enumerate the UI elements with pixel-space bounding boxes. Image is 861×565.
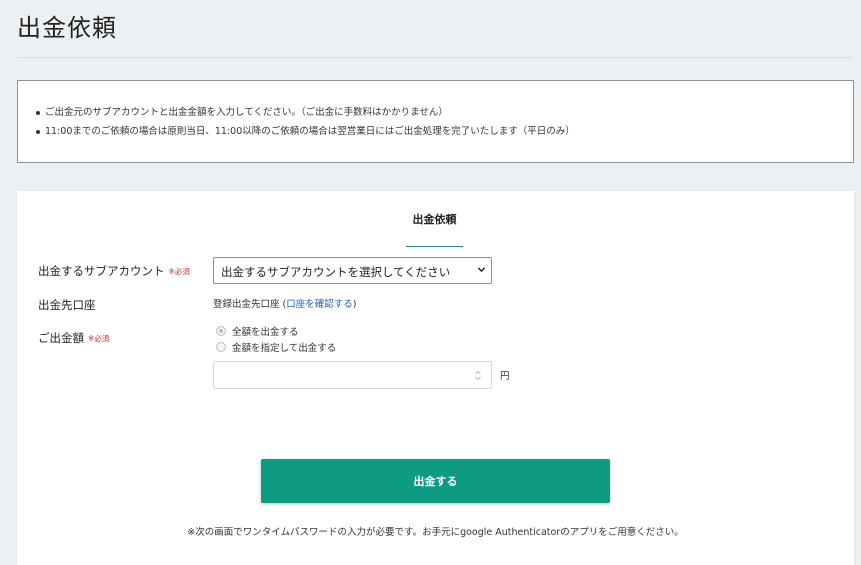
radio-specify-amount-button[interactable] — [216, 342, 226, 352]
chevron-down-icon — [477, 267, 486, 273]
spinner-icon[interactable] — [474, 370, 482, 381]
amount-label-text: ご出金額 — [38, 331, 84, 345]
yen-unit: 円 — [500, 371, 510, 382]
subaccount-label: 出金するサブアカウント ※必須 — [38, 263, 190, 279]
submit-withdrawal-button[interactable]: 出金する — [261, 459, 610, 503]
subaccount-select[interactable]: 出金するサブアカウントを選択してください — [213, 257, 492, 284]
required-mark: ※必須 — [88, 334, 110, 343]
destination-prefix: 登録出金先口座 ( — [213, 299, 287, 310]
tab-withdrawal-request[interactable]: 出金依頼 — [406, 211, 463, 247]
notice-box: ご出金元のサブアカウントと出金金額を入力してください。（ご出金に手数料はかかりま… — [17, 80, 854, 163]
destination-suffix: ) — [352, 299, 357, 310]
withdrawal-form-card: 出金依頼 出金するサブアカウント ※必須 出金するサブアカウントを選択してください… — [17, 191, 854, 565]
radio-full-amount-button[interactable] — [216, 326, 226, 336]
destination-value: 登録出金先口座 (口座を確認する) — [213, 296, 356, 310]
amount-input[interactable] — [213, 361, 492, 389]
notice-item: ご出金元のサブアカウントと出金金額を入力してください。（ご出金に手数料はかかりま… — [36, 103, 835, 122]
radio-specify-amount[interactable]: 金額を指定して出金する — [216, 340, 336, 354]
title-divider — [17, 57, 853, 58]
notice-list: ご出金元のサブアカウントと出金金額を入力してください。（ご出金に手数料はかかりま… — [36, 103, 835, 141]
page-title: 出金依頼 — [17, 14, 117, 42]
radio-full-amount-label: 全額を出金する — [232, 327, 299, 338]
subaccount-select-value: 出金するサブアカウントを選択してください — [221, 265, 451, 279]
radio-specify-amount-label: 金額を指定して出金する — [232, 343, 337, 354]
radio-full-amount[interactable]: 全額を出金する — [216, 324, 299, 338]
notice-item: 11:00までのご依頼の場合は原則当日、11:00以降のご依頼の場合は翌営業日に… — [36, 122, 835, 141]
required-mark: ※必須 — [168, 267, 190, 276]
confirm-account-link[interactable]: 口座を確認する — [286, 299, 353, 310]
destination-label: 出金先口座 — [38, 298, 96, 312]
otp-footnote: ※次の画面でワンタイムパスワードの入力が必要です。お手元にgoogle Auth… — [187, 527, 684, 538]
amount-label: ご出金額 ※必須 — [38, 330, 109, 346]
subaccount-label-text: 出金するサブアカウント — [38, 264, 165, 278]
